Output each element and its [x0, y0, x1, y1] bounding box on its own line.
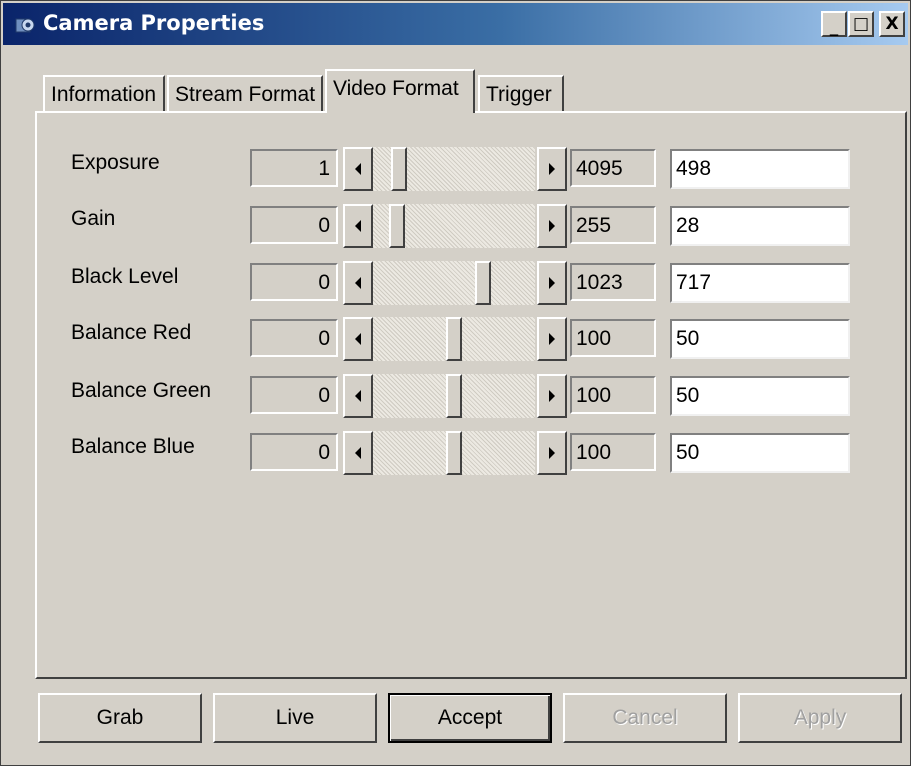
- gain-max-box: 255: [570, 206, 656, 244]
- black-level-increase-button[interactable]: [537, 261, 567, 305]
- tab-label: Video Format: [333, 77, 459, 100]
- black-level-decrease-button[interactable]: [343, 261, 373, 305]
- arrow-left-icon: [355, 277, 361, 289]
- balance-blue-decrease-button[interactable]: [343, 431, 373, 475]
- balance-green-decrease-button[interactable]: [343, 374, 373, 418]
- gain-label: Gain: [71, 207, 116, 230]
- gain-value-input[interactable]: 28: [670, 206, 850, 246]
- camera-properties-window: Camera Properties _ □ X Information Stre…: [0, 0, 911, 766]
- balance-green-increase-button[interactable]: [537, 374, 567, 418]
- minimize-icon: _: [829, 16, 839, 37]
- arrow-right-icon: [549, 277, 555, 289]
- black-level-value-input[interactable]: 717: [670, 263, 850, 303]
- balance-green-label: Balance Green: [71, 379, 212, 402]
- arrow-right-icon: [549, 333, 555, 345]
- black-level-max-box: 1023: [570, 263, 656, 301]
- arrow-right-icon: [549, 163, 555, 175]
- black-level-label: Black Level: [71, 265, 179, 288]
- balance-red-min-box: 0: [250, 319, 338, 357]
- balance-red-value-input[interactable]: 50: [670, 319, 850, 359]
- gain-increase-button[interactable]: [537, 204, 567, 248]
- grab-button[interactable]: Grab: [38, 693, 202, 743]
- tab-trigger[interactable]: Trigger: [478, 75, 564, 113]
- black-level-min-box: 0: [250, 263, 338, 301]
- exposure-max-box: 4095: [570, 149, 656, 187]
- maximize-icon: □: [852, 13, 870, 34]
- balance-blue-value-input[interactable]: 50: [670, 433, 850, 473]
- exposure-slider-thumb[interactable]: [390, 147, 407, 191]
- apply-button[interactable]: Apply: [738, 693, 902, 743]
- balance-red-label: Balance Red: [71, 321, 192, 344]
- black-level-slider[interactable]: [341, 261, 567, 305]
- tab-information[interactable]: Information: [43, 75, 165, 113]
- exposure-slider[interactable]: [341, 147, 567, 191]
- live-button[interactable]: Live: [213, 693, 377, 743]
- tab-label: Information: [51, 83, 157, 106]
- exposure-decrease-button[interactable]: [343, 147, 373, 191]
- arrow-left-icon: [355, 163, 361, 175]
- exposure-label: Exposure: [71, 151, 160, 174]
- gain-slider-thumb[interactable]: [389, 204, 406, 248]
- balance-red-decrease-button[interactable]: [343, 317, 373, 361]
- black-level-slider-thumb[interactable]: [475, 261, 492, 305]
- close-button[interactable]: X: [879, 11, 905, 37]
- balance-red-max-box: 100: [570, 319, 656, 357]
- tab-label: Stream Format: [175, 83, 316, 106]
- exposure-min-box: 1: [250, 149, 338, 187]
- button-label: Live: [275, 706, 315, 729]
- button-label: Apply: [793, 706, 847, 729]
- balance-blue-max-box: 100: [570, 433, 656, 471]
- arrow-left-icon: [355, 447, 361, 459]
- balance-green-value-input[interactable]: 50: [670, 376, 850, 416]
- button-label: Grab: [96, 706, 144, 729]
- window-title: Camera Properties: [43, 11, 265, 35]
- close-icon: X: [885, 13, 899, 34]
- minimize-button[interactable]: _: [821, 11, 847, 37]
- gain-min-box: 0: [250, 206, 338, 244]
- button-label: Cancel: [612, 706, 678, 729]
- arrow-right-icon: [549, 390, 555, 402]
- tab-video-format[interactable]: Video Format: [325, 69, 475, 113]
- camera-icon: [15, 18, 35, 33]
- balance-green-slider-thumb[interactable]: [446, 374, 462, 418]
- balance-blue-min-box: 0: [250, 433, 338, 471]
- gain-slider[interactable]: [341, 204, 567, 248]
- balance-green-slider[interactable]: [341, 374, 567, 418]
- tab-stream-format[interactable]: Stream Format: [167, 75, 323, 113]
- balance-red-slider[interactable]: [341, 317, 567, 361]
- arrow-left-icon: [355, 390, 361, 402]
- cancel-button[interactable]: Cancel: [563, 693, 727, 743]
- maximize-button[interactable]: □: [848, 11, 874, 37]
- balance-blue-slider-thumb[interactable]: [446, 431, 462, 475]
- balance-green-max-box: 100: [570, 376, 656, 414]
- balance-blue-label: Balance Blue: [71, 435, 195, 458]
- balance-blue-slider[interactable]: [341, 431, 567, 475]
- balance-green-min-box: 0: [250, 376, 338, 414]
- title-bar[interactable]: Camera Properties _ □ X: [3, 3, 908, 45]
- arrow-right-icon: [549, 447, 555, 459]
- balance-blue-increase-button[interactable]: [537, 431, 567, 475]
- tab-label: Trigger: [486, 83, 552, 106]
- arrow-left-icon: [355, 333, 361, 345]
- exposure-value-input[interactable]: 498: [670, 149, 850, 189]
- arrow-right-icon: [549, 220, 555, 232]
- slider-track[interactable]: [373, 261, 535, 305]
- accept-button[interactable]: Accept: [388, 693, 552, 743]
- balance-red-slider-thumb[interactable]: [446, 317, 462, 361]
- button-label: Accept: [437, 706, 503, 729]
- arrow-left-icon: [355, 220, 361, 232]
- exposure-increase-button[interactable]: [537, 147, 567, 191]
- gain-decrease-button[interactable]: [343, 204, 373, 248]
- balance-red-increase-button[interactable]: [537, 317, 567, 361]
